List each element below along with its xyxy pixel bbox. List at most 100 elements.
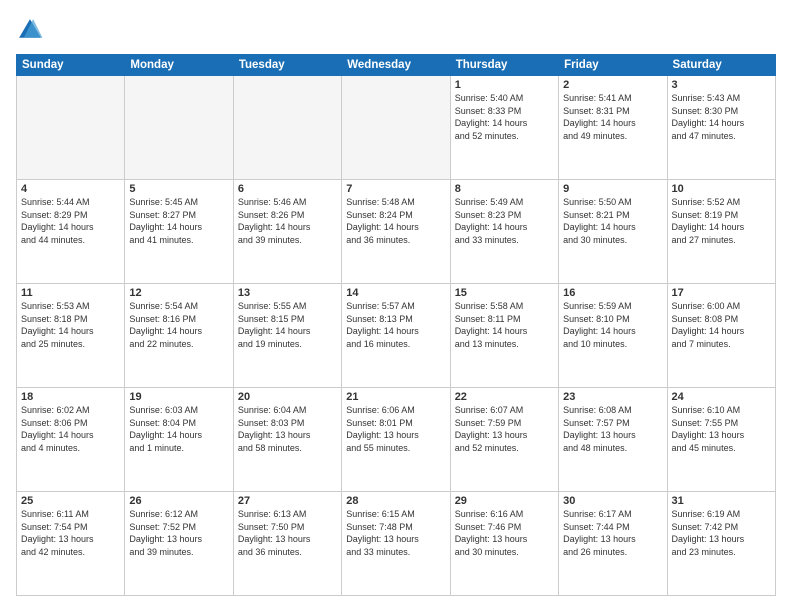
calendar-week-row: 18Sunrise: 6:02 AM Sunset: 8:06 PM Dayli… bbox=[17, 388, 776, 492]
col-friday: Friday bbox=[559, 55, 667, 76]
day-number: 4 bbox=[21, 183, 120, 195]
table-row: 6Sunrise: 5:46 AM Sunset: 8:26 PM Daylig… bbox=[233, 180, 341, 284]
table-row bbox=[125, 76, 233, 180]
table-row: 20Sunrise: 6:04 AM Sunset: 8:03 PM Dayli… bbox=[233, 388, 341, 492]
table-row: 31Sunrise: 6:19 AM Sunset: 7:42 PM Dayli… bbox=[667, 492, 775, 596]
cell-content: Sunrise: 6:17 AM Sunset: 7:44 PM Dayligh… bbox=[563, 508, 662, 558]
cell-content: Sunrise: 5:57 AM Sunset: 8:13 PM Dayligh… bbox=[346, 300, 445, 350]
day-number: 12 bbox=[129, 287, 228, 299]
header bbox=[16, 16, 776, 44]
col-wednesday: Wednesday bbox=[342, 55, 450, 76]
table-row: 7Sunrise: 5:48 AM Sunset: 8:24 PM Daylig… bbox=[342, 180, 450, 284]
cell-content: Sunrise: 6:00 AM Sunset: 8:08 PM Dayligh… bbox=[672, 300, 771, 350]
table-row: 29Sunrise: 6:16 AM Sunset: 7:46 PM Dayli… bbox=[450, 492, 558, 596]
day-number: 13 bbox=[238, 287, 337, 299]
day-number: 14 bbox=[346, 287, 445, 299]
cell-content: Sunrise: 6:03 AM Sunset: 8:04 PM Dayligh… bbox=[129, 404, 228, 454]
day-number: 21 bbox=[346, 391, 445, 403]
col-thursday: Thursday bbox=[450, 55, 558, 76]
day-number: 17 bbox=[672, 287, 771, 299]
cell-content: Sunrise: 5:44 AM Sunset: 8:29 PM Dayligh… bbox=[21, 196, 120, 246]
cell-content: Sunrise: 5:58 AM Sunset: 8:11 PM Dayligh… bbox=[455, 300, 554, 350]
day-number: 25 bbox=[21, 495, 120, 507]
day-number: 19 bbox=[129, 391, 228, 403]
cell-content: Sunrise: 5:45 AM Sunset: 8:27 PM Dayligh… bbox=[129, 196, 228, 246]
table-row: 8Sunrise: 5:49 AM Sunset: 8:23 PM Daylig… bbox=[450, 180, 558, 284]
cell-content: Sunrise: 6:07 AM Sunset: 7:59 PM Dayligh… bbox=[455, 404, 554, 454]
cell-content: Sunrise: 5:54 AM Sunset: 8:16 PM Dayligh… bbox=[129, 300, 228, 350]
cell-content: Sunrise: 6:11 AM Sunset: 7:54 PM Dayligh… bbox=[21, 508, 120, 558]
cell-content: Sunrise: 5:43 AM Sunset: 8:30 PM Dayligh… bbox=[672, 92, 771, 142]
calendar-header-row: Sunday Monday Tuesday Wednesday Thursday… bbox=[17, 55, 776, 76]
calendar-week-row: 4Sunrise: 5:44 AM Sunset: 8:29 PM Daylig… bbox=[17, 180, 776, 284]
table-row: 18Sunrise: 6:02 AM Sunset: 8:06 PM Dayli… bbox=[17, 388, 125, 492]
day-number: 24 bbox=[672, 391, 771, 403]
calendar: Sunday Monday Tuesday Wednesday Thursday… bbox=[16, 54, 776, 596]
table-row: 3Sunrise: 5:43 AM Sunset: 8:30 PM Daylig… bbox=[667, 76, 775, 180]
day-number: 29 bbox=[455, 495, 554, 507]
cell-content: Sunrise: 6:12 AM Sunset: 7:52 PM Dayligh… bbox=[129, 508, 228, 558]
day-number: 1 bbox=[455, 79, 554, 91]
logo bbox=[16, 16, 48, 44]
table-row: 19Sunrise: 6:03 AM Sunset: 8:04 PM Dayli… bbox=[125, 388, 233, 492]
cell-content: Sunrise: 5:49 AM Sunset: 8:23 PM Dayligh… bbox=[455, 196, 554, 246]
table-row: 12Sunrise: 5:54 AM Sunset: 8:16 PM Dayli… bbox=[125, 284, 233, 388]
table-row: 2Sunrise: 5:41 AM Sunset: 8:31 PM Daylig… bbox=[559, 76, 667, 180]
table-row: 4Sunrise: 5:44 AM Sunset: 8:29 PM Daylig… bbox=[17, 180, 125, 284]
table-row: 25Sunrise: 6:11 AM Sunset: 7:54 PM Dayli… bbox=[17, 492, 125, 596]
table-row: 17Sunrise: 6:00 AM Sunset: 8:08 PM Dayli… bbox=[667, 284, 775, 388]
table-row bbox=[17, 76, 125, 180]
cell-content: Sunrise: 5:52 AM Sunset: 8:19 PM Dayligh… bbox=[672, 196, 771, 246]
day-number: 15 bbox=[455, 287, 554, 299]
cell-content: Sunrise: 5:59 AM Sunset: 8:10 PM Dayligh… bbox=[563, 300, 662, 350]
logo-icon bbox=[16, 16, 44, 44]
cell-content: Sunrise: 5:46 AM Sunset: 8:26 PM Dayligh… bbox=[238, 196, 337, 246]
cell-content: Sunrise: 5:41 AM Sunset: 8:31 PM Dayligh… bbox=[563, 92, 662, 142]
table-row: 14Sunrise: 5:57 AM Sunset: 8:13 PM Dayli… bbox=[342, 284, 450, 388]
cell-content: Sunrise: 6:10 AM Sunset: 7:55 PM Dayligh… bbox=[672, 404, 771, 454]
cell-content: Sunrise: 6:02 AM Sunset: 8:06 PM Dayligh… bbox=[21, 404, 120, 454]
day-number: 11 bbox=[21, 287, 120, 299]
cell-content: Sunrise: 6:04 AM Sunset: 8:03 PM Dayligh… bbox=[238, 404, 337, 454]
cell-content: Sunrise: 6:06 AM Sunset: 8:01 PM Dayligh… bbox=[346, 404, 445, 454]
cell-content: Sunrise: 6:13 AM Sunset: 7:50 PM Dayligh… bbox=[238, 508, 337, 558]
cell-content: Sunrise: 5:53 AM Sunset: 8:18 PM Dayligh… bbox=[21, 300, 120, 350]
table-row bbox=[342, 76, 450, 180]
table-row: 27Sunrise: 6:13 AM Sunset: 7:50 PM Dayli… bbox=[233, 492, 341, 596]
table-row: 1Sunrise: 5:40 AM Sunset: 8:33 PM Daylig… bbox=[450, 76, 558, 180]
table-row: 28Sunrise: 6:15 AM Sunset: 7:48 PM Dayli… bbox=[342, 492, 450, 596]
day-number: 2 bbox=[563, 79, 662, 91]
day-number: 6 bbox=[238, 183, 337, 195]
cell-content: Sunrise: 5:50 AM Sunset: 8:21 PM Dayligh… bbox=[563, 196, 662, 246]
calendar-week-row: 11Sunrise: 5:53 AM Sunset: 8:18 PM Dayli… bbox=[17, 284, 776, 388]
table-row: 10Sunrise: 5:52 AM Sunset: 8:19 PM Dayli… bbox=[667, 180, 775, 284]
table-row: 26Sunrise: 6:12 AM Sunset: 7:52 PM Dayli… bbox=[125, 492, 233, 596]
cell-content: Sunrise: 5:48 AM Sunset: 8:24 PM Dayligh… bbox=[346, 196, 445, 246]
col-sunday: Sunday bbox=[17, 55, 125, 76]
day-number: 22 bbox=[455, 391, 554, 403]
day-number: 28 bbox=[346, 495, 445, 507]
table-row: 11Sunrise: 5:53 AM Sunset: 8:18 PM Dayli… bbox=[17, 284, 125, 388]
day-number: 23 bbox=[563, 391, 662, 403]
cell-content: Sunrise: 6:08 AM Sunset: 7:57 PM Dayligh… bbox=[563, 404, 662, 454]
table-row bbox=[233, 76, 341, 180]
day-number: 3 bbox=[672, 79, 771, 91]
cell-content: Sunrise: 5:40 AM Sunset: 8:33 PM Dayligh… bbox=[455, 92, 554, 142]
cell-content: Sunrise: 6:19 AM Sunset: 7:42 PM Dayligh… bbox=[672, 508, 771, 558]
col-tuesday: Tuesday bbox=[233, 55, 341, 76]
day-number: 18 bbox=[21, 391, 120, 403]
day-number: 9 bbox=[563, 183, 662, 195]
col-saturday: Saturday bbox=[667, 55, 775, 76]
day-number: 8 bbox=[455, 183, 554, 195]
table-row: 21Sunrise: 6:06 AM Sunset: 8:01 PM Dayli… bbox=[342, 388, 450, 492]
day-number: 31 bbox=[672, 495, 771, 507]
table-row: 9Sunrise: 5:50 AM Sunset: 8:21 PM Daylig… bbox=[559, 180, 667, 284]
table-row: 15Sunrise: 5:58 AM Sunset: 8:11 PM Dayli… bbox=[450, 284, 558, 388]
cell-content: Sunrise: 6:16 AM Sunset: 7:46 PM Dayligh… bbox=[455, 508, 554, 558]
col-monday: Monday bbox=[125, 55, 233, 76]
table-row: 16Sunrise: 5:59 AM Sunset: 8:10 PM Dayli… bbox=[559, 284, 667, 388]
calendar-week-row: 1Sunrise: 5:40 AM Sunset: 8:33 PM Daylig… bbox=[17, 76, 776, 180]
table-row: 23Sunrise: 6:08 AM Sunset: 7:57 PM Dayli… bbox=[559, 388, 667, 492]
calendar-week-row: 25Sunrise: 6:11 AM Sunset: 7:54 PM Dayli… bbox=[17, 492, 776, 596]
day-number: 26 bbox=[129, 495, 228, 507]
